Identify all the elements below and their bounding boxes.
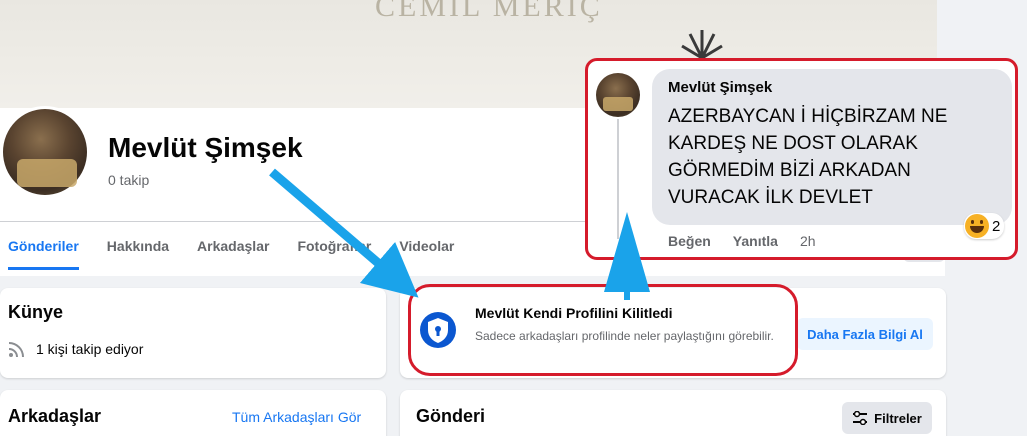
comment-avatar[interactable] (596, 73, 640, 117)
profile-name: Mevlüt Şimşek (108, 132, 303, 163)
tab-about[interactable]: Hakkında (107, 226, 169, 270)
friends-title: Arkadaşlar (8, 406, 102, 426)
friends-card: Arkadaşlar Tüm Arkadaşları Gör (0, 390, 386, 436)
rss-icon (8, 342, 24, 358)
reaction-badge[interactable]: 2 (964, 213, 1005, 239)
followers-count[interactable]: 0 takip (108, 172, 149, 188)
avatar[interactable] (0, 106, 90, 198)
tab-posts[interactable]: Gönderiler (8, 226, 79, 270)
posts-title: Gönderi (416, 406, 486, 426)
comment-bubble: Mevlüt Şimşek AZERBAYCAN İ HİÇBİRZAM NE … (652, 69, 1012, 225)
posts-card: Gönderi Filtreler (400, 390, 946, 436)
filters-button[interactable]: Filtreler (842, 402, 932, 434)
comment-text: AZERBAYCAN İ HİÇBİRZAM NE KARDEŞ NE DOST… (668, 106, 948, 208)
following-text[interactable]: 1 kişi takip ediyor (36, 341, 143, 357)
intro-card: Künye 1 kişi takip ediyor (0, 288, 386, 378)
cover-title: CEMİL MERİÇ (375, 0, 603, 23)
intro-following-row: 1 kişi takip ediyor (8, 340, 143, 358)
reply-button[interactable]: Yanıtla (733, 233, 778, 249)
comment-author[interactable]: Mevlüt Şimşek (668, 79, 772, 96)
like-button[interactable]: Beğen (668, 233, 711, 249)
comment-highlight: Mevlüt Şimşek AZERBAYCAN İ HİÇBİRZAM NE … (585, 58, 1018, 260)
lock-notice-highlight (408, 284, 798, 376)
tab-photos[interactable]: Fotoğraflar (297, 226, 371, 270)
see-all-friends-link[interactable]: Tüm Arkadaşları Gör (232, 409, 361, 425)
laugh-emoji-icon (965, 214, 989, 238)
intro-title: Künye (8, 302, 64, 322)
tab-friends[interactable]: Arkadaşlar (197, 226, 269, 270)
thread-line (617, 119, 619, 239)
comment-actions: Beğen Yanıtla 2h (668, 233, 838, 249)
profile-tabs: Gönderiler Hakkında Arkadaşlar Fotoğrafl… (8, 226, 482, 270)
sliders-icon (853, 411, 868, 425)
comment-time[interactable]: 2h (800, 233, 816, 249)
learn-more-button[interactable]: Daha Fazla Bilgi Al (797, 318, 933, 350)
tab-videos[interactable]: Videolar (399, 226, 454, 270)
reaction-count: 2 (992, 217, 1001, 235)
filters-label: Filtreler (874, 410, 922, 426)
